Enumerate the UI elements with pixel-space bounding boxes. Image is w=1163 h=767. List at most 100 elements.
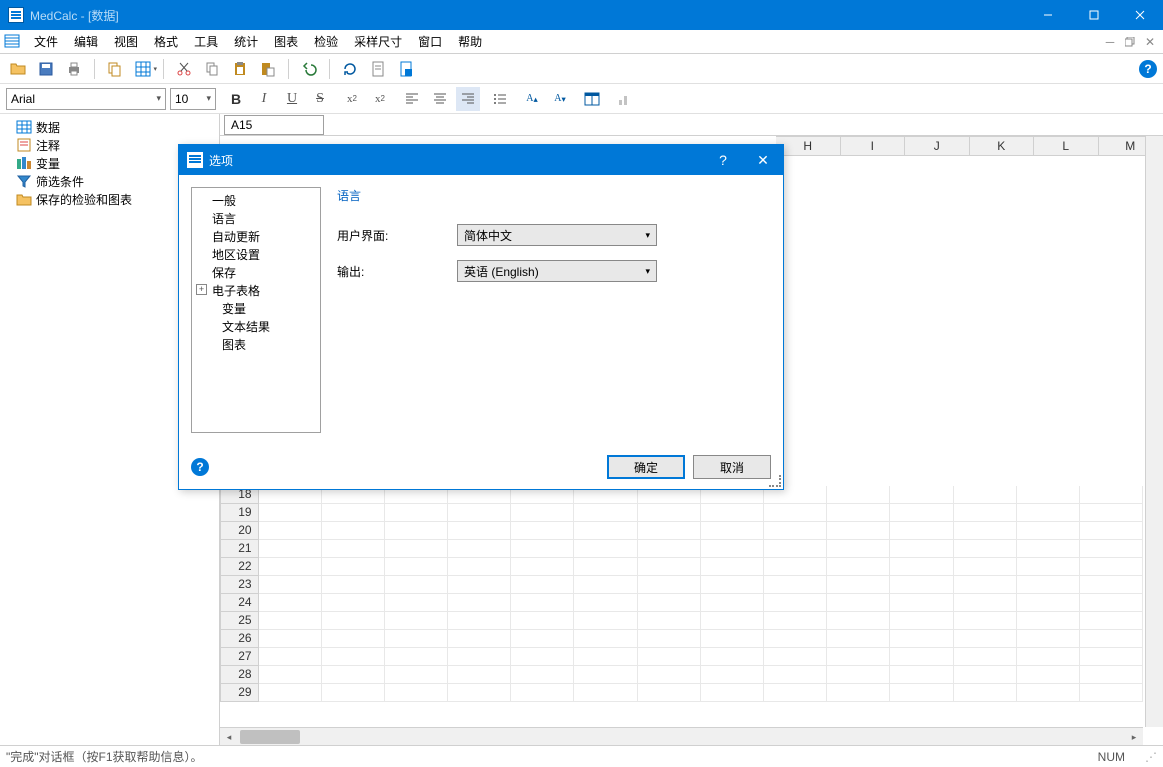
cell[interactable] [890, 540, 953, 558]
cell[interactable] [511, 612, 574, 630]
cell[interactable] [448, 594, 511, 612]
row-header-19[interactable]: 19 [220, 504, 259, 522]
cell[interactable] [511, 540, 574, 558]
cell[interactable] [764, 612, 827, 630]
cell[interactable] [322, 558, 385, 576]
cell[interactable] [764, 558, 827, 576]
cell[interactable] [638, 684, 701, 702]
cell[interactable] [511, 558, 574, 576]
cell[interactable] [511, 576, 574, 594]
cell[interactable] [385, 684, 448, 702]
cell[interactable] [259, 666, 322, 684]
open-button[interactable] [6, 57, 30, 81]
cell[interactable] [1017, 666, 1080, 684]
cell[interactable] [385, 630, 448, 648]
cell[interactable] [385, 666, 448, 684]
cell[interactable] [1017, 684, 1080, 702]
cell[interactable] [764, 684, 827, 702]
cell[interactable] [638, 558, 701, 576]
cell[interactable] [1080, 594, 1143, 612]
cell[interactable] [701, 576, 764, 594]
cell[interactable] [1017, 630, 1080, 648]
cell[interactable] [1017, 612, 1080, 630]
cell[interactable] [448, 630, 511, 648]
cell[interactable] [322, 594, 385, 612]
cell[interactable] [954, 612, 1017, 630]
cell[interactable] [764, 666, 827, 684]
cell[interactable] [511, 684, 574, 702]
menu-9[interactable]: 窗口 [410, 30, 450, 54]
cell[interactable] [638, 666, 701, 684]
cell[interactable] [259, 522, 322, 540]
cell[interactable] [1017, 648, 1080, 666]
italic-button[interactable]: I [252, 87, 276, 111]
cell[interactable] [764, 576, 827, 594]
cell[interactable] [574, 540, 637, 558]
cell[interactable] [701, 612, 764, 630]
menu-4[interactable]: 工具 [186, 30, 226, 54]
cell[interactable] [1017, 558, 1080, 576]
cell[interactable] [574, 594, 637, 612]
dialog-tree-item-4[interactable]: 保存 [194, 264, 318, 282]
dialog-tree-item-6[interactable]: 变量 [194, 300, 318, 318]
cell[interactable] [827, 540, 890, 558]
cell[interactable] [1017, 540, 1080, 558]
cell[interactable] [954, 522, 1017, 540]
cell[interactable] [1017, 594, 1080, 612]
cell[interactable] [448, 558, 511, 576]
cell[interactable] [638, 504, 701, 522]
cell[interactable] [385, 576, 448, 594]
dialog-tree-item-7[interactable]: 文本结果 [194, 318, 318, 336]
cell[interactable] [322, 540, 385, 558]
menu-6[interactable]: 图表 [266, 30, 306, 54]
cell[interactable] [701, 648, 764, 666]
cell[interactable] [574, 504, 637, 522]
cell[interactable] [448, 540, 511, 558]
copy-button[interactable] [103, 57, 127, 81]
list-button[interactable] [488, 87, 512, 111]
cell-reference[interactable]: A15 [224, 115, 324, 135]
dialog-tree-item-5[interactable]: +电子表格 [194, 282, 318, 300]
row-header-23[interactable]: 23 [220, 576, 259, 594]
cell[interactable] [511, 522, 574, 540]
cell[interactable] [890, 612, 953, 630]
recalc-button[interactable] [338, 57, 362, 81]
menu-1[interactable]: 编辑 [66, 30, 106, 54]
underline-button[interactable]: U [280, 87, 304, 111]
cell[interactable] [764, 648, 827, 666]
cell[interactable] [890, 486, 953, 504]
dialog-help-icon[interactable]: ? [191, 458, 209, 476]
cell[interactable] [574, 666, 637, 684]
align-left-button[interactable] [400, 87, 424, 111]
menu-0[interactable]: 文件 [26, 30, 66, 54]
cell[interactable] [574, 558, 637, 576]
cell[interactable] [701, 540, 764, 558]
cell[interactable] [574, 612, 637, 630]
cell[interactable] [638, 522, 701, 540]
cell[interactable] [1017, 504, 1080, 522]
size-combo[interactable]: 10▾ [170, 88, 216, 110]
copy2-button[interactable] [200, 57, 224, 81]
cell[interactable] [1080, 612, 1143, 630]
cancel-button[interactable]: 取消 [693, 455, 771, 479]
menu-8[interactable]: 采样尺寸 [346, 30, 410, 54]
help-button[interactable]: ? [1139, 60, 1157, 78]
cell[interactable] [1080, 504, 1143, 522]
cell[interactable] [511, 648, 574, 666]
cell[interactable] [827, 558, 890, 576]
vertical-scrollbar[interactable] [1145, 136, 1163, 727]
dialog-help-button[interactable]: ? [703, 145, 743, 175]
cell[interactable] [1080, 558, 1143, 576]
dialog-tree[interactable]: 一般语言自动更新地区设置保存+电子表格变量文本结果图表 [191, 187, 321, 433]
cell[interactable] [385, 504, 448, 522]
cell[interactable] [890, 522, 953, 540]
paste-button[interactable] [228, 57, 252, 81]
cell[interactable] [448, 576, 511, 594]
dialog-tree-item-2[interactable]: 自动更新 [194, 228, 318, 246]
menu-2[interactable]: 视图 [106, 30, 146, 54]
cell[interactable] [701, 504, 764, 522]
dialog-resize-grip[interactable] [769, 475, 781, 487]
cell[interactable] [259, 594, 322, 612]
cell[interactable] [764, 504, 827, 522]
font-decrease-button[interactable]: A▾ [548, 87, 572, 111]
